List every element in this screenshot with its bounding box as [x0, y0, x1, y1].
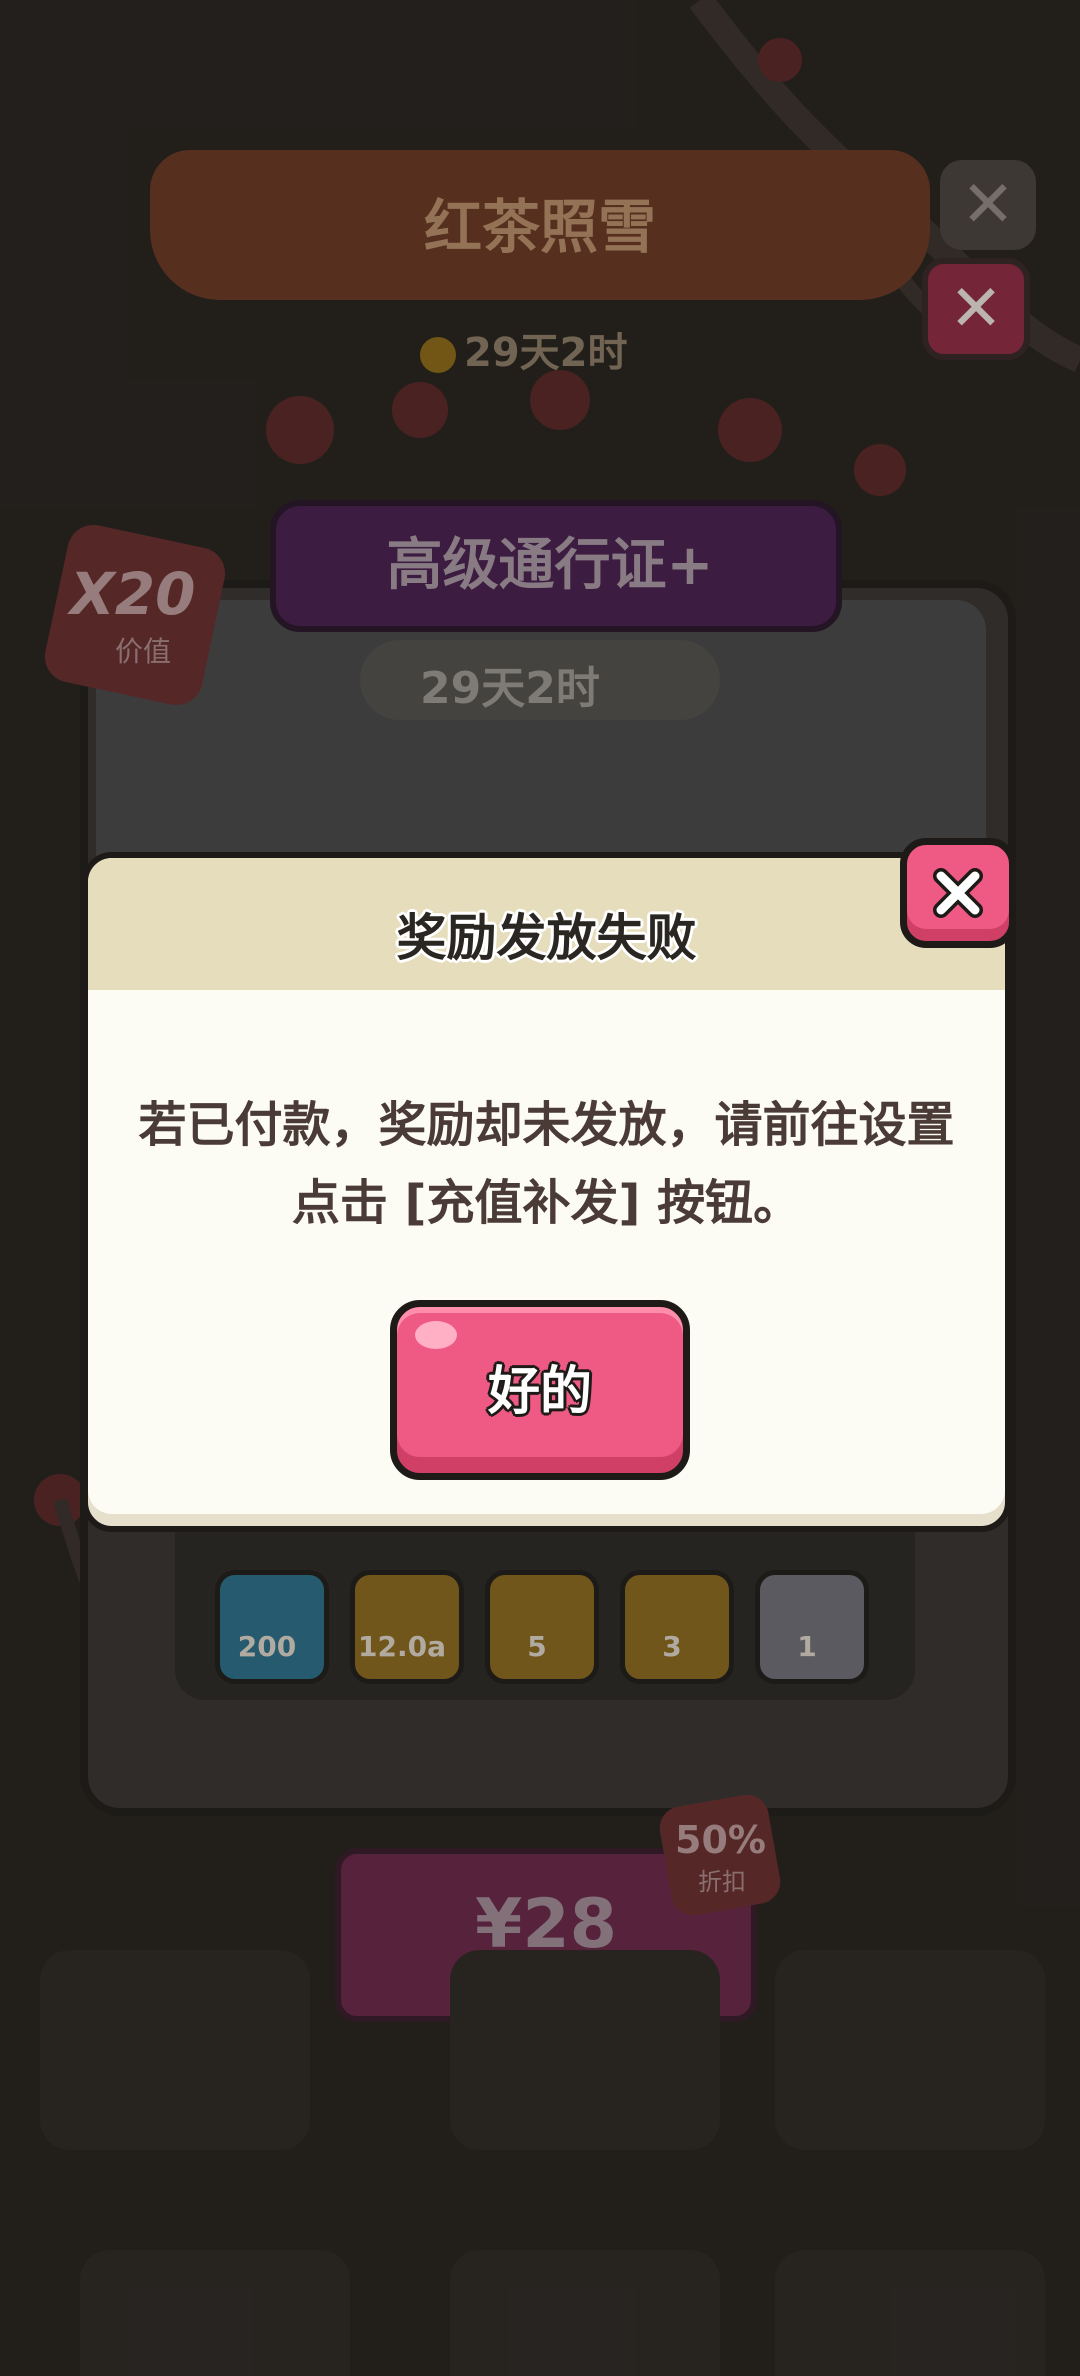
dialog-title: 奖励发放失败 [396, 909, 697, 967]
dialog-message: 若已付款，奖励却未发放，请前往设置点击 [充值补发] 按钮。 [138, 1097, 955, 1231]
ok-button[interactable]: 好的 [390, 1300, 690, 1480]
button-highlight [415, 1321, 457, 1349]
game-screen: 红茶照雪 29天2时 ✕ ✕ 高级通行证+ 29天2时 X20 价值 200 1… [0, 0, 1080, 2376]
ok-button-label: 好的 [487, 1361, 592, 1422]
dialog-close-button[interactable] [900, 838, 1016, 948]
close-icon [933, 868, 983, 918]
